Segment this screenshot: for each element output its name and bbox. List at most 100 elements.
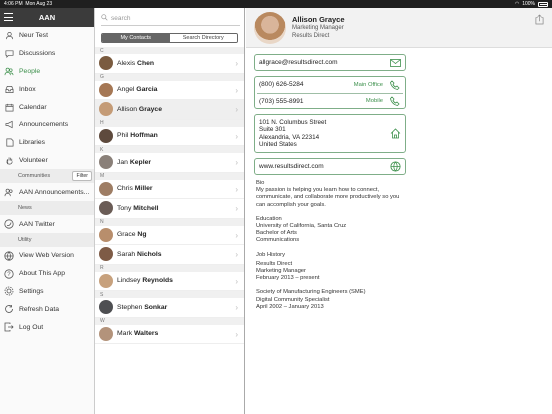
contact-first: Angel	[117, 86, 135, 94]
sidebar-item-discussions[interactable]: Discussions	[0, 45, 94, 63]
sidebar-item-label: View Web Version	[19, 252, 74, 260]
address-line: Suite 301	[259, 126, 286, 133]
contact-row[interactable]: Chris Miller ›	[95, 180, 244, 199]
tab-search-directory[interactable]: Search Directory	[169, 34, 237, 42]
contact-row[interactable]: Angel Garcia ›	[95, 81, 244, 100]
contact-row[interactable]: Lindsey Reynolds ›	[95, 272, 244, 291]
contact-first: Phil	[117, 132, 129, 140]
sidebar-item-people[interactable]: People	[0, 63, 94, 81]
contact-company: Results Direct	[292, 33, 330, 39]
job-line: Marketing Manager	[256, 268, 306, 275]
contact-last: Chen	[137, 59, 155, 67]
status-time: 4:06 PM	[4, 1, 23, 7]
website-card[interactable]: www.resultsdirect.com	[254, 158, 406, 175]
sidebar-item-calendar[interactable]: Calendar	[0, 98, 94, 116]
battery-icon	[538, 1, 548, 7]
section-letter: R	[95, 264, 244, 272]
section-label: Utility	[18, 236, 32, 243]
contact-last: Nichols	[137, 250, 162, 258]
app-title: AAN	[38, 13, 56, 22]
tab-my-contacts[interactable]: My Contacts	[102, 34, 170, 42]
contact-last: Garcia	[136, 86, 158, 94]
home-icon[interactable]	[389, 128, 401, 140]
sidebar-item-volunteer[interactable]: Volunteer	[0, 152, 94, 170]
mail-icon[interactable]	[389, 57, 401, 69]
sidebar-item-label: Announcements	[19, 121, 69, 129]
chevron-right-icon: ›	[235, 276, 238, 286]
contact-first: Alexis	[117, 59, 136, 67]
contact-detail: Allison Grayce Marketing Manager Results…	[246, 8, 552, 414]
section-letter: C	[95, 47, 244, 54]
sidebar-item-label: AAN Twitter	[19, 220, 55, 228]
utility-section-header: Utility	[0, 232, 94, 247]
chevron-right-icon: ›	[235, 329, 238, 339]
phone-icon[interactable]	[389, 79, 401, 91]
contact-first: Chris	[117, 185, 133, 193]
job-line: Society of Manufacturing Engineers (SME)	[256, 289, 366, 296]
search-input[interactable]: search	[101, 12, 240, 26]
email-card[interactable]: allgrace@resultsdirect.com	[254, 54, 406, 71]
section-letter: N	[95, 218, 244, 226]
sidebar-item-label: Volunteer	[19, 156, 48, 164]
contact-first: Sarah	[117, 250, 136, 258]
status-date: Mon Aug 23	[25, 1, 53, 7]
contact-row[interactable]: Phil Hoffman ›	[95, 127, 244, 146]
education-line: Bachelor of Arts	[256, 230, 297, 237]
contact-title: Marketing Manager	[292, 25, 344, 31]
contact-first: Stephen	[117, 303, 143, 311]
megaphone-icon	[4, 120, 14, 130]
section-letter: S	[95, 291, 244, 298]
contact-last: Reynolds	[142, 277, 173, 285]
sidebar-item-inbox[interactable]: Inbox	[0, 80, 94, 98]
contact-row-selected[interactable]: Allison Grayce ›	[95, 100, 244, 120]
contact-last: Ng	[137, 231, 147, 239]
section-letter: M	[95, 172, 244, 180]
contact-row[interactable]: Jan Kepler ›	[95, 153, 244, 173]
search-placeholder: search	[111, 15, 131, 22]
contact-first: Jan	[117, 158, 128, 166]
sidebar-header: AAN	[0, 8, 94, 27]
contact-row[interactable]: Mark Walters ›	[95, 325, 244, 344]
phone-main-label: Main Office	[353, 81, 383, 88]
phone-icon[interactable]	[389, 95, 401, 107]
person-icon	[4, 31, 14, 41]
contact-row[interactable]: Alexis Chen ›	[95, 54, 244, 74]
phone-main-row[interactable]: (800) 626-5284 Main Office	[255, 77, 405, 93]
sidebar-item-settings[interactable]: Settings	[0, 283, 94, 301]
avatar	[99, 102, 113, 117]
contact-row[interactable]: Sarah Nichols ›	[95, 245, 244, 265]
bio-heading: Bio	[256, 180, 265, 186]
sidebar-item-about[interactable]: ? About This App	[0, 265, 94, 283]
email-value: allgrace@resultsdirect.com	[259, 59, 338, 66]
library-icon	[4, 138, 14, 148]
contact-first: Grace	[117, 231, 136, 239]
sidebar-item-aan-twitter[interactable]: AAN Twitter	[0, 215, 94, 233]
sidebar-item-announcements[interactable]: Announcements	[0, 116, 94, 134]
sidebar-item-neur-test[interactable]: Neur Test	[0, 27, 94, 45]
chevron-right-icon: ›	[235, 184, 238, 194]
sidebar-item-view-web-version[interactable]: View Web Version	[0, 247, 94, 265]
sidebar-item-label: Discussions	[19, 50, 56, 58]
sidebar-item-log-out[interactable]: Log Out	[0, 318, 94, 336]
avatar	[99, 326, 113, 341]
refresh-icon	[4, 304, 14, 314]
contact-row[interactable]: Tony Mitchell ›	[95, 199, 244, 219]
job-line: Results Direct	[256, 260, 293, 267]
address-card[interactable]: 101 N. Columbus Street Suite 301 Alexand…	[254, 114, 406, 153]
sidebar-item-label: Settings	[19, 287, 44, 295]
phone-mobile-row[interactable]: (703) 555-8991 Mobile	[255, 94, 405, 110]
hamburger-menu-icon[interactable]	[4, 13, 13, 21]
share-icon[interactable]	[535, 14, 544, 27]
avatar	[99, 201, 113, 216]
contact-row[interactable]: Grace Ng ›	[95, 226, 244, 245]
avatar	[99, 273, 113, 288]
phone-main-value: (800) 626-5284	[259, 81, 304, 89]
gear-icon	[4, 286, 14, 296]
sidebar-item-refresh[interactable]: Refresh Data	[0, 300, 94, 318]
sidebar-item-label: Libraries	[19, 139, 46, 147]
filter-button[interactable]: Filter	[72, 171, 92, 182]
contact-row[interactable]: Stephen Sonkar ›	[95, 298, 244, 318]
globe-icon[interactable]	[389, 161, 401, 173]
sidebar-item-aan-announcements[interactable]: AAN Announcements...	[0, 183, 94, 201]
sidebar-item-libraries[interactable]: Libraries	[0, 134, 94, 152]
